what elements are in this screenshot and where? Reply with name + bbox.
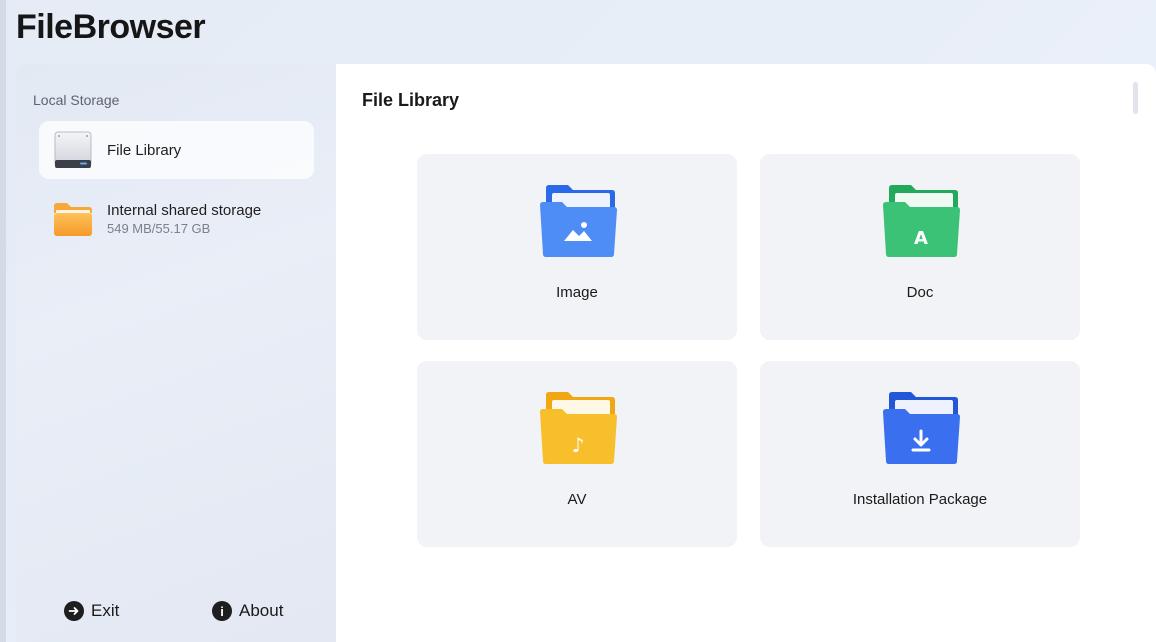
image-folder-icon [540, 185, 617, 257]
page-title: File Library [362, 90, 460, 110]
sidebar-section-label: Local Storage [33, 92, 120, 108]
exit-label: Exit [91, 601, 120, 620]
about-label: About [239, 601, 284, 620]
scrollbar[interactable] [1133, 82, 1138, 114]
sidebar-footer: Exit i About [16, 596, 336, 626]
arrow-right-circle-icon [64, 601, 84, 621]
storage-usage-text: 549 MB/55.17 GB [107, 221, 211, 236]
category-label: Image [556, 284, 598, 301]
audio-folder-icon: ♪ [540, 392, 617, 464]
about-button[interactable]: i About [212, 601, 283, 621]
category-label: Doc [906, 284, 934, 301]
doc-folder-icon: A [883, 185, 960, 257]
category-card-doc[interactable]: A Doc [760, 154, 1080, 340]
category-card-installation-package[interactable]: Installation Package [760, 361, 1080, 547]
info-circle-icon: i [212, 601, 232, 621]
folder-icon [53, 199, 93, 239]
sidebar-item-label: File Library [107, 141, 182, 159]
app-title: FileBrowser [16, 8, 206, 46]
category-label: Installation Package [852, 491, 988, 508]
doc-glyph: A [914, 228, 928, 249]
app-frame: Local Storage File Library Internal shar… [16, 64, 1156, 642]
package-folder-icon [883, 392, 960, 464]
sidebar-item-file-library[interactable]: File Library [39, 121, 314, 179]
sidebar-item-internal-storage[interactable]: Internal shared storage 549 MB/55.17 GB [39, 190, 314, 248]
category-label: AV [567, 491, 587, 508]
category-card-av[interactable]: ♪ AV [417, 361, 737, 547]
category-card-image[interactable]: Image [417, 154, 737, 340]
sidebar-item-label: Internal shared storage [107, 202, 262, 219]
exit-button[interactable]: Exit [64, 601, 119, 621]
music-note-glyph: ♪ [572, 433, 585, 457]
sidebar: Local Storage File Library Internal shar… [16, 64, 336, 642]
window-edge [0, 0, 6, 642]
main-content: File Library Image A Doc ♪ AV Installati… [336, 64, 1156, 642]
hard-drive-icon [53, 130, 93, 170]
